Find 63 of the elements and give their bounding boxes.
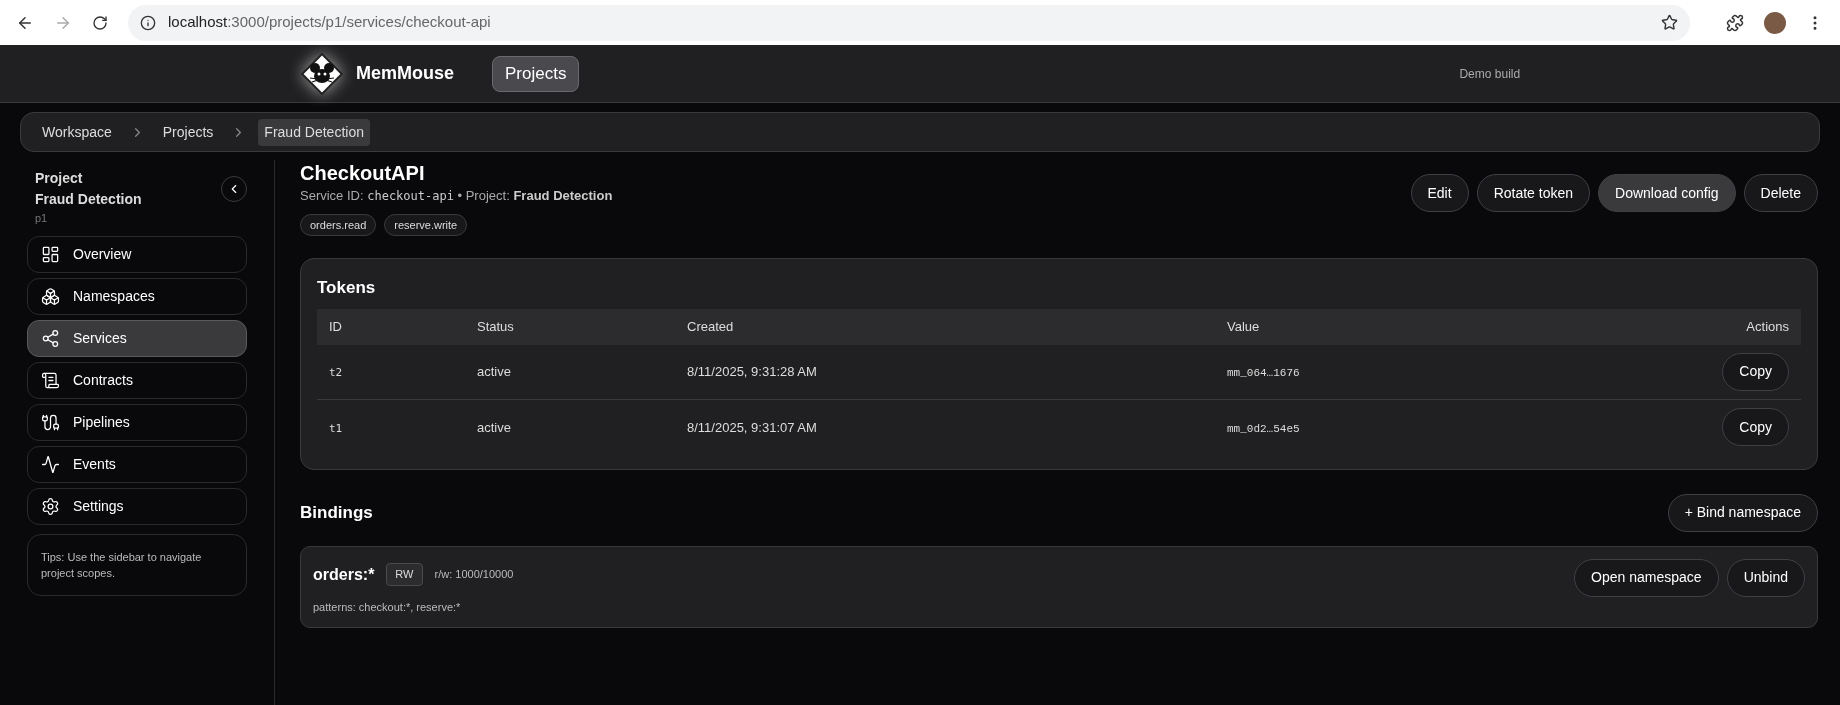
binding-action-button[interactable]: Unbind bbox=[1726, 558, 1805, 597]
settings-icon bbox=[41, 496, 60, 516]
action-button[interactable]: Download config bbox=[1598, 174, 1736, 212]
token-created: 8/11/2025, 9:31:28 AM bbox=[687, 364, 817, 379]
sidebar-item[interactable]: Services bbox=[27, 319, 247, 357]
section-title: Bindings bbox=[300, 501, 373, 524]
sidebar-item[interactable]: Settings bbox=[27, 487, 247, 525]
mode-tag: RW bbox=[386, 563, 423, 586]
brand-name: MemMouse bbox=[356, 62, 454, 85]
rate-limits: r/w: 1000/10000 bbox=[434, 567, 514, 583]
binding-action-button[interactable]: Open namespace bbox=[1574, 558, 1719, 597]
column-header: Created bbox=[687, 318, 734, 334]
token-value: mm_064…1676 bbox=[1227, 367, 1300, 379]
reload-icon[interactable] bbox=[92, 14, 108, 31]
sidebar-item[interactable]: Events bbox=[27, 445, 247, 483]
bind-namespace-button[interactable]: + Bind namespace bbox=[1667, 493, 1818, 532]
namespace-name: orders:* bbox=[313, 564, 375, 585]
token-value: mm_0d2…54e5 bbox=[1227, 422, 1300, 435]
action-button[interactable]: Edit bbox=[1410, 174, 1469, 212]
copy-button[interactable]: Copy bbox=[1722, 352, 1789, 391]
url-text: localhost:3000/projects/p1/services/checkout-api bbox=[168, 12, 492, 33]
info-icon[interactable] bbox=[140, 14, 156, 31]
scroll-icon bbox=[41, 370, 60, 390]
sidebar-item[interactable]: Overview bbox=[27, 235, 247, 273]
scope-tag: reserve.write bbox=[384, 213, 468, 236]
tip-text: Tips: Use the sidebar to navigate project scopes. bbox=[41, 549, 203, 581]
scope-tag: orders.read bbox=[300, 213, 377, 236]
activity-icon bbox=[41, 454, 60, 474]
service-meta: Service ID: checkout-api • Project: Fraud Detection bbox=[300, 187, 613, 205]
column-header: Value bbox=[1227, 318, 1260, 334]
column-header: Actions bbox=[1746, 318, 1789, 334]
address-bar[interactable]: localhost:3000/projects/p1/services/checkout-api bbox=[128, 4, 1690, 41]
patterns-text: patterns: checkout:*, reserve:* bbox=[313, 599, 462, 615]
column-header: ID bbox=[329, 318, 342, 334]
project-name: Fraud Detection bbox=[35, 190, 142, 209]
token-created: 8/11/2025, 9:31:07 AM bbox=[687, 419, 817, 435]
dashboard-icon bbox=[41, 244, 60, 264]
card-title: Tokens bbox=[317, 278, 376, 297]
cable-icon bbox=[41, 412, 60, 432]
token-status: active bbox=[477, 364, 511, 379]
action-button[interactable]: Delete bbox=[1743, 174, 1818, 212]
breadcrumb-link[interactable]: Projects bbox=[156, 118, 220, 146]
build-label: Demo build bbox=[1459, 65, 1521, 83]
breadcrumb-link[interactable]: Workspace bbox=[36, 118, 118, 146]
column-header: Status bbox=[477, 318, 514, 334]
token-status: active bbox=[477, 419, 511, 435]
sidebar-item[interactable]: Contracts bbox=[27, 361, 247, 399]
action-button[interactable]: Rotate token bbox=[1476, 174, 1590, 212]
breadcrumb-link[interactable]: Fraud Detection bbox=[258, 118, 370, 146]
token-id: t1 bbox=[329, 421, 343, 435]
copy-button[interactable]: Copy bbox=[1722, 408, 1789, 447]
nav-tab[interactable]: Projects bbox=[492, 55, 580, 92]
token-id: t2 bbox=[329, 366, 343, 379]
project-id: p1 bbox=[35, 211, 49, 226]
service-title: CheckoutAPI bbox=[300, 161, 426, 186]
sidebar-item[interactable]: Namespaces bbox=[27, 277, 247, 315]
boxes-icon bbox=[41, 286, 60, 306]
sidebar-item[interactable]: Pipelines bbox=[27, 403, 247, 441]
extensions-icon[interactable] bbox=[1726, 13, 1744, 32]
star-icon[interactable] bbox=[1661, 14, 1678, 31]
avatar-icon[interactable] bbox=[1764, 11, 1786, 34]
sidebar-heading: Project bbox=[35, 169, 84, 188]
share-icon bbox=[41, 328, 60, 348]
